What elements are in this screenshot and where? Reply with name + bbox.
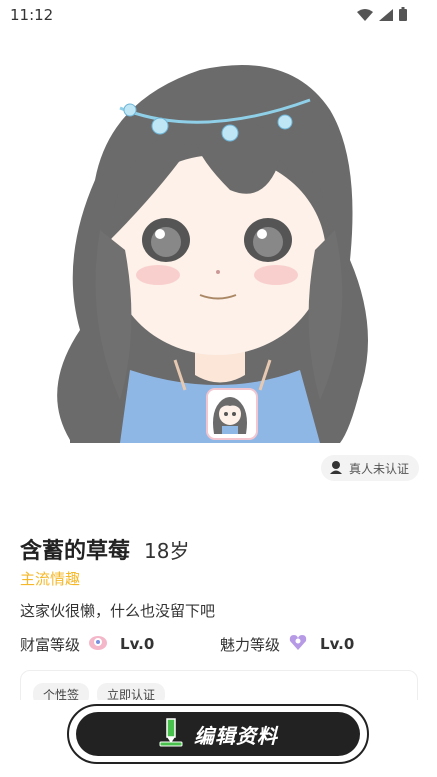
age: 18岁	[144, 539, 190, 563]
profile-avatar-hero[interactable]	[0, 30, 437, 443]
interest-tag: 主流情趣	[20, 570, 81, 588]
person-icon	[329, 460, 343, 477]
battery-icon	[399, 6, 407, 25]
wifi-icon	[357, 6, 373, 25]
charm-level-value: Lv.0	[320, 635, 355, 653]
status-bar: 11:12	[0, 0, 437, 30]
wealth-level-value: Lv.0	[120, 635, 155, 653]
status-icons	[357, 6, 407, 25]
edit-profile-button[interactable]: 编辑资料	[76, 712, 360, 756]
wealth-level-icon	[88, 633, 108, 655]
verify-label: 真人未认证	[348, 461, 409, 476]
charm-level-icon	[288, 633, 308, 655]
edit-profile-button-frame: 编辑资料	[67, 704, 369, 764]
charm-level-label: 魅力等级	[220, 635, 281, 654]
signal-icon	[379, 6, 393, 25]
thumbnail-avatar[interactable]	[206, 388, 258, 440]
real-person-verify-badge[interactable]: 真人未认证	[320, 455, 419, 481]
wealth-level-label: 财富等级	[20, 635, 81, 654]
bio-text: 这家伙很懒，什么也没留下吧	[20, 602, 216, 620]
wealth-level[interactable]: 财富等级 Lv.0	[20, 633, 220, 655]
status-time: 11:12	[10, 6, 54, 24]
edit-pencil-icon	[158, 717, 184, 752]
level-row: 财富等级 Lv.0 魅力等级 Lv.0	[20, 633, 420, 655]
name-row: 含蓄的草莓 18岁	[20, 533, 189, 565]
edit-profile-label: 编辑资料	[194, 723, 278, 748]
charm-level[interactable]: 魅力等级 Lv.0	[220, 633, 420, 655]
nickname: 含蓄的草莓	[20, 539, 131, 564]
